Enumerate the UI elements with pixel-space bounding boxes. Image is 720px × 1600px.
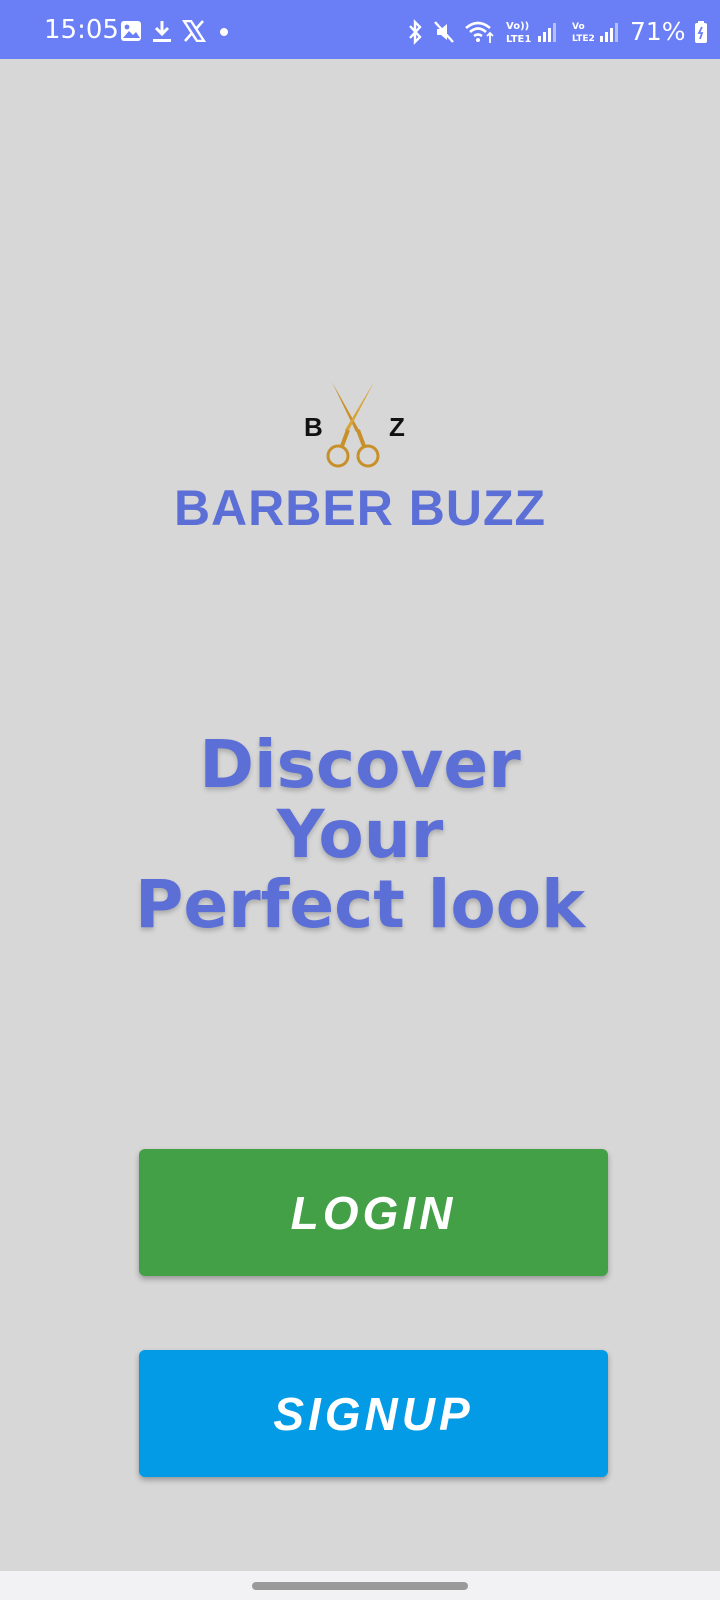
notification-dot-icon (215, 20, 233, 42)
bluetooth-icon (406, 19, 424, 45)
battery-icon (694, 20, 708, 44)
home-indicator[interactable] (252, 1582, 468, 1590)
signal-sim2-icon: Vo LTE2 (570, 18, 620, 46)
mute-icon (432, 19, 456, 45)
sim2-volte-label: Vo (572, 22, 585, 32)
login-button[interactable]: LOGIN (139, 1149, 608, 1276)
navigation-bar (0, 1571, 720, 1600)
sim1-volte-label: Vo)) (506, 21, 529, 32)
gallery-icon (120, 20, 142, 42)
tagline-line-3: Perfect look (134, 866, 585, 943)
status-bar: 15:05 Vo)) LTE1 Vo LTE2 71% (0, 0, 720, 59)
sim1-lte-label: LTE1 (506, 34, 531, 45)
x-app-icon (182, 20, 206, 42)
sim2-lte-label: LTE2 (572, 34, 595, 44)
status-time: 15:05 (44, 15, 119, 45)
logo-letter-z: Z (389, 412, 405, 442)
status-left-icons (120, 18, 233, 44)
wifi-icon (464, 19, 496, 45)
tagline-line-1: Discover (199, 726, 521, 803)
signal-sim1-icon: Vo)) LTE1 (504, 18, 562, 46)
app-logo: B Z BARBER BUZZ (0, 370, 720, 540)
status-right-icons: Vo)) LTE1 Vo LTE2 71% (406, 18, 708, 46)
logo-mark: B Z (296, 380, 416, 470)
brand-name: BARBER BUZZ (173, 480, 547, 536)
download-icon (151, 19, 173, 43)
signup-button[interactable]: SIGNUP (139, 1350, 608, 1477)
scissors-icon (326, 382, 380, 468)
tagline: Discover Your Perfect look (0, 730, 720, 940)
tagline-line-2: Your (276, 796, 444, 873)
battery-percentage: 71% (630, 17, 686, 46)
